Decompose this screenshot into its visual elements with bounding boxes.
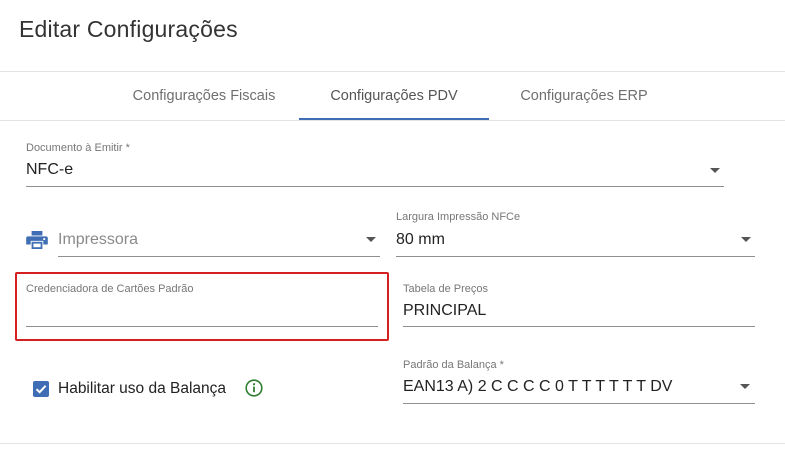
tab-configuracoes-fiscais[interactable]: Configurações Fiscais bbox=[119, 72, 289, 120]
credenciadora-underline bbox=[26, 326, 378, 327]
impressora-underline bbox=[58, 256, 380, 257]
largura-underline bbox=[396, 256, 755, 257]
tabela-precos-label: Tabela de Preços bbox=[403, 283, 488, 295]
documento-label: Documento à Emitir * bbox=[26, 142, 130, 154]
tab-configuracoes-pdv[interactable]: Configurações PDV bbox=[299, 72, 489, 120]
padrao-balanca-value: EAN13 A) 2 C C C C 0 T T T T T T DV bbox=[403, 378, 673, 395]
balanca-checkbox-label[interactable]: Habilitar uso da Balança bbox=[58, 380, 226, 398]
chevron-down-icon bbox=[740, 384, 750, 389]
chevron-down-icon bbox=[741, 237, 751, 242]
chevron-down-icon bbox=[366, 237, 376, 242]
balanca-checkbox[interactable] bbox=[33, 381, 49, 397]
chevron-down-icon bbox=[710, 168, 720, 173]
printer-icon bbox=[26, 231, 48, 249]
padrao-balanca-underline bbox=[403, 403, 755, 404]
impressora-placeholder: Impressora bbox=[58, 231, 139, 248]
divider bbox=[0, 443, 785, 444]
tabela-precos-value: PRINCIPAL bbox=[403, 302, 487, 319]
largura-value: 80 mm bbox=[396, 231, 445, 248]
largura-label: Largura Impressão NFCe bbox=[396, 211, 521, 223]
divider bbox=[0, 120, 785, 121]
check-icon bbox=[35, 385, 47, 394]
info-icon[interactable] bbox=[245, 379, 263, 397]
padrao-balanca-label: Padrão da Balança * bbox=[403, 359, 504, 371]
credenciadora-label: Credenciadora de Cartões Padrão bbox=[26, 283, 194, 295]
dialog-title: Editar Configurações bbox=[19, 16, 238, 42]
tab-configuracoes-erp[interactable]: Configurações ERP bbox=[499, 72, 669, 120]
documento-value: NFC-e bbox=[26, 161, 74, 178]
tab-bar: Configurações Fiscais Configurações PDV … bbox=[0, 72, 785, 120]
documento-underline bbox=[26, 186, 724, 187]
tabela-precos-underline bbox=[403, 326, 755, 327]
